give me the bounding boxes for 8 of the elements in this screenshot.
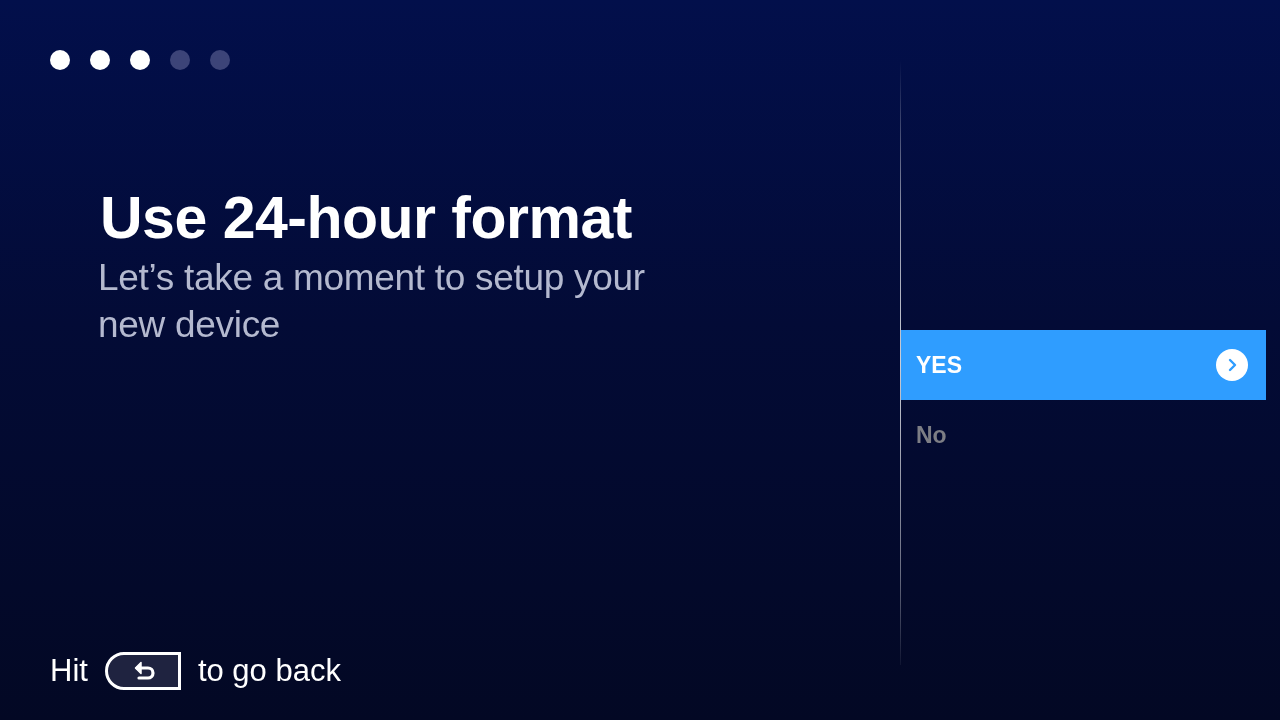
option-item[interactable]: YES [901, 330, 1266, 400]
page-subtitle: Let’s take a moment to setup your new device [98, 256, 646, 347]
page-title: Use 24-hour format [100, 184, 632, 252]
back-key-icon [104, 652, 181, 690]
option-item[interactable]: No [901, 400, 1266, 470]
chevron-right-icon [1216, 349, 1248, 381]
hint-text: to go back [197, 652, 341, 690]
hint-text: Hit [50, 652, 88, 690]
